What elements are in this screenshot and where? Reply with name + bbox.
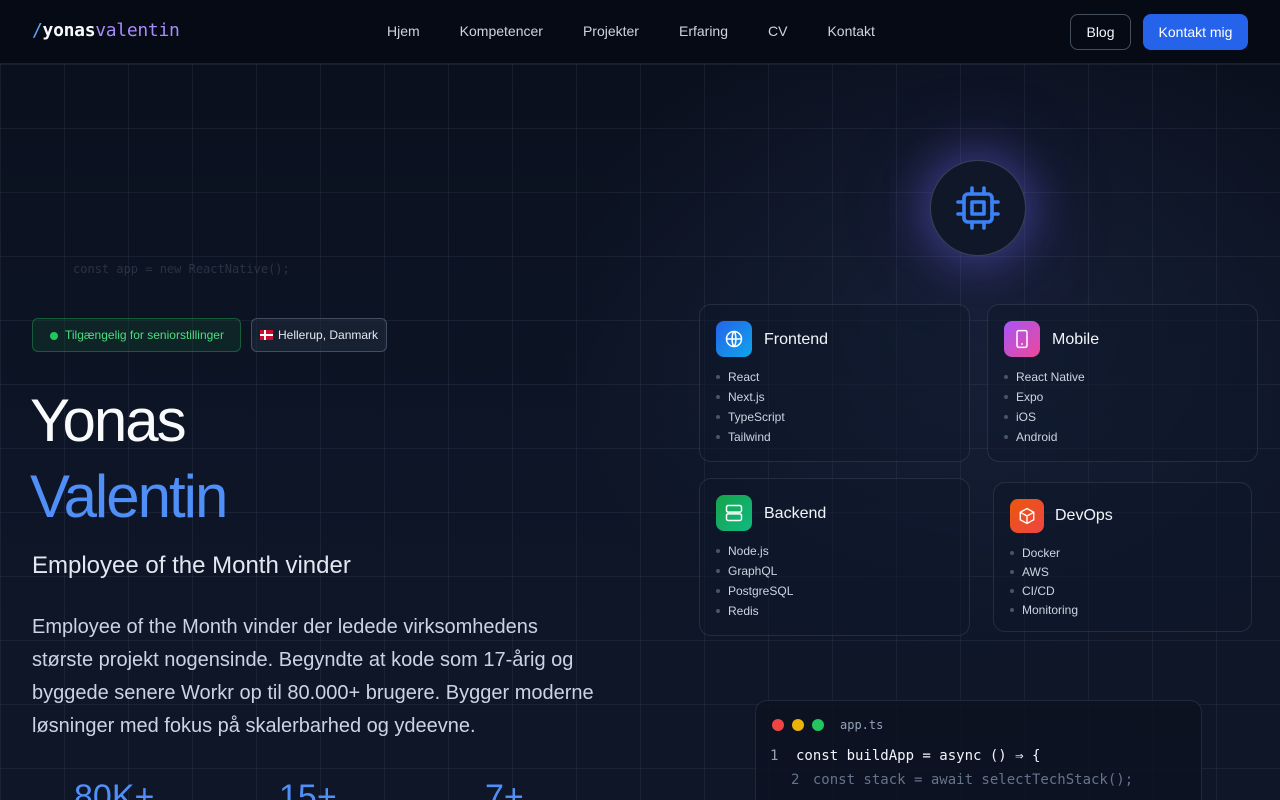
availability-badge: Tilgængelig for seniorstillinger (32, 318, 241, 352)
skill-item: TypeScript (716, 409, 785, 429)
nav-link-projekter[interactable]: Projekter (583, 23, 639, 39)
logo-slash: / (32, 20, 43, 41)
nav-link-erfaring[interactable]: Erfaring (679, 23, 728, 39)
hero-description: Employee of the Month vinder der ledede … (32, 616, 594, 737)
availability-text: Tilgængelig for seniorstillinger (65, 328, 224, 342)
nav-link-kompetencer[interactable]: Kompetencer (460, 23, 543, 39)
code-filename: app.ts (840, 718, 884, 732)
skill-card-devops[interactable]: DevOps Docker AWS CI/CD Monitoring (993, 482, 1252, 632)
cpu-icon (956, 186, 1000, 230)
skill-list: Node.js GraphQL PostgreSQL Redis (716, 543, 793, 623)
status-dot-icon (50, 332, 58, 340)
code-line: const buildApp = async () ⇒ { (796, 748, 1041, 764)
smartphone-icon (1004, 321, 1040, 357)
skill-list: React Native Expo iOS Android (1004, 369, 1085, 449)
location-text: Hellerup, Danmark (278, 328, 379, 342)
hero-first-name: Yonas (30, 387, 187, 454)
stat-value: 80K+ (74, 778, 155, 800)
cpu-orb (930, 160, 1026, 256)
skill-item: Docker (1010, 545, 1078, 564)
top-navbar: /yonasvalentin Hjem Kompetencer Projekte… (0, 0, 1280, 64)
window-minimize-dot-icon[interactable] (792, 719, 804, 731)
code-line-number: 1 (770, 748, 779, 764)
nav-link-kontakt[interactable]: Kontakt (827, 23, 874, 39)
danish-flag-icon (260, 330, 273, 340)
skill-card-title: DevOps (1055, 507, 1113, 524)
skill-card-title: Backend (764, 505, 827, 522)
main-menu: Hjem Kompetencer Projekter Erfaring CV K… (387, 23, 915, 39)
skill-item: PostgreSQL (716, 583, 793, 603)
globe-icon (716, 321, 752, 357)
skill-item: GraphQL (716, 563, 793, 583)
window-maximize-dot-icon[interactable] (812, 719, 824, 731)
window-close-dot-icon[interactable] (772, 719, 784, 731)
stat-value: 7+ (485, 778, 524, 800)
skill-card-frontend[interactable]: Frontend React Next.js TypeScript Tailwi… (699, 304, 970, 462)
skill-item: AWS (1010, 564, 1078, 583)
code-line: const stack = await selectTechStack(); (796, 772, 1134, 788)
stats-row: 80K+ 15+ 7+ (74, 778, 524, 800)
skill-item: iOS (1004, 409, 1085, 429)
skill-item: Tailwind (716, 429, 785, 449)
stat-value: 15+ (279, 778, 337, 800)
skill-item: CI/CD (1010, 583, 1078, 602)
skill-item: React Native (1004, 369, 1085, 389)
site-logo[interactable]: /yonasvalentin (32, 20, 180, 41)
skill-item: Redis (716, 603, 793, 623)
skill-item: Next.js (716, 389, 785, 409)
skill-card-title: Mobile (1052, 331, 1100, 348)
skill-card-mobile[interactable]: Mobile React Native Expo iOS Android (987, 304, 1258, 462)
hero-subtitle: Employee of the Month vinder (32, 552, 351, 579)
blog-button[interactable]: Blog (1070, 14, 1131, 50)
logo-last-name: valentin (95, 20, 180, 41)
skill-item: Expo (1004, 389, 1085, 409)
skill-card-title: Frontend (764, 331, 829, 348)
box-icon (1010, 499, 1044, 533)
server-icon (716, 495, 752, 531)
skill-list: Docker AWS CI/CD Monitoring (1010, 545, 1078, 621)
skill-item: Android (1004, 429, 1085, 449)
nav-link-cv[interactable]: CV (768, 23, 787, 39)
location-badge: Hellerup, Danmark (251, 318, 388, 352)
skill-item: React (716, 369, 785, 389)
skill-item: Monitoring (1010, 602, 1078, 621)
skill-list: React Next.js TypeScript Tailwind (716, 369, 785, 449)
code-editor-window: app.ts 1 const buildApp = async () ⇒ { 2… (755, 700, 1202, 800)
hero-last-name: Valentin (30, 463, 228, 530)
background-code-snippet: const app = new ReactNative(); (73, 262, 290, 276)
skill-card-backend[interactable]: Backend Node.js GraphQL PostgreSQL Redis (699, 478, 970, 636)
logo-first-name: yonas (42, 20, 96, 41)
contact-me-button[interactable]: Kontakt mig (1143, 14, 1248, 50)
nav-link-hjem[interactable]: Hjem (387, 23, 420, 39)
skill-item: Node.js (716, 543, 793, 563)
